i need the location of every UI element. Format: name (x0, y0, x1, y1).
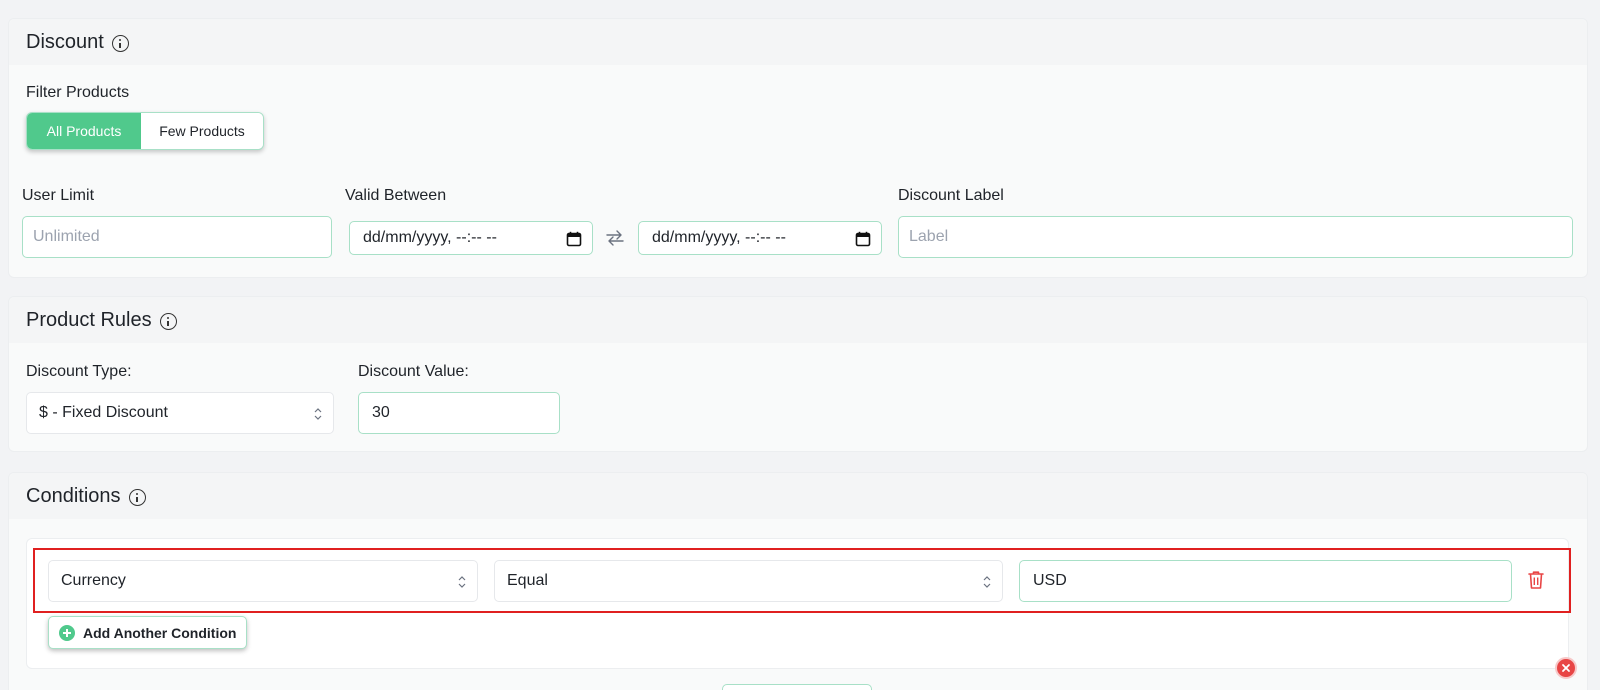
condition-field-select[interactable]: Currency (48, 560, 478, 602)
discount-value-label: Discount Value: (358, 363, 469, 380)
few-products-button[interactable]: Few Products (141, 113, 263, 149)
conditions-title: Conditions (26, 485, 121, 507)
valid-to-date-text: dd/mm/yyyy, --:-- -- (652, 229, 786, 246)
discount-type-select[interactable]: $ - Fixed Discount (26, 392, 334, 434)
plus-circle-icon (59, 624, 75, 641)
condition-operator-select[interactable]: Equal (494, 560, 1003, 602)
calendar-icon[interactable] (855, 231, 871, 247)
discount-title-wrap: Discount (26, 31, 129, 54)
trash-icon[interactable] (1527, 570, 1545, 590)
condition-field-value: Currency (61, 572, 126, 589)
discount-type-value: $ - Fixed Discount (39, 404, 168, 421)
add-another-condition-button[interactable]: Add Another Condition (48, 616, 248, 649)
valid-from-date-input[interactable]: dd/mm/yyyy, --:-- -- (349, 221, 593, 255)
chevron-up-down-icon (314, 408, 322, 420)
discount-label-input[interactable]: Label (898, 216, 1573, 258)
conditions-card-header: Conditions (9, 473, 1587, 519)
valid-to-date-input[interactable]: dd/mm/yyyy, --:-- -- (638, 221, 882, 255)
footer-button-partial[interactable] (722, 684, 872, 690)
discount-label-label: Discount Label (898, 187, 1004, 204)
discount-value-input[interactable]: 30 (358, 392, 560, 434)
discount-card-header: Discount (9, 19, 1587, 65)
calendar-icon[interactable] (566, 231, 582, 247)
product-rules-title: Product Rules (26, 309, 152, 331)
filter-products-toggle: All Products Few Products (26, 112, 264, 150)
close-icon[interactable] (1555, 657, 1577, 679)
info-icon[interactable] (128, 489, 146, 506)
product-rules-card-header: Product Rules (9, 297, 1587, 343)
valid-between-label: Valid Between (345, 187, 447, 204)
user-limit-label: User Limit (22, 187, 95, 204)
info-icon[interactable] (111, 35, 129, 52)
swap-arrows-icon (606, 230, 624, 246)
all-products-button[interactable]: All Products (27, 113, 141, 149)
condition-value-input[interactable]: USD (1019, 560, 1512, 602)
info-icon[interactable] (159, 313, 177, 330)
condition-operator-value: Equal (507, 572, 548, 589)
discount-type-label: Discount Type: (26, 363, 132, 380)
chevron-up-down-icon (458, 576, 466, 588)
product-rules-title-wrap: Product Rules (26, 309, 177, 332)
close-x-glyph (1562, 664, 1570, 672)
conditions-title-wrap: Conditions (26, 485, 146, 508)
add-another-condition-label: Add Another Condition (83, 624, 237, 641)
valid-from-date-text: dd/mm/yyyy, --:-- -- (363, 229, 497, 246)
discount-title: Discount (26, 31, 104, 53)
conditions-list (26, 538, 1569, 669)
filter-products-label: Filter Products (26, 84, 130, 101)
user-limit-input[interactable]: Unlimited (22, 216, 332, 258)
chevron-up-down-icon (983, 576, 991, 588)
